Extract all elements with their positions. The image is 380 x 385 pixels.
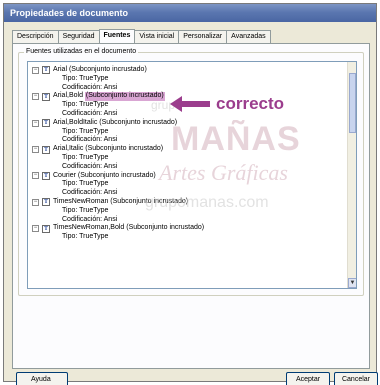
minus-box-icon[interactable]: − <box>32 172 39 180</box>
font-type-icon: T <box>42 92 50 101</box>
fonts-group-legend: Fuentes utilizadas en el documento <box>24 48 139 55</box>
font-encoding-row: Codificación: Ansi <box>62 83 118 91</box>
help-button[interactable]: Ayuda <box>16 372 68 385</box>
font-type-icon: T <box>42 145 50 154</box>
font-name: Arial (Subconjunto incrustado) <box>53 66 147 73</box>
cancel-button[interactable]: Cancelar <box>334 372 378 385</box>
font-encoding-row: Codificación: Ansi <box>62 215 118 223</box>
ok-button[interactable]: Aceptar <box>286 372 330 385</box>
font-type-row: Tipo: TrueType <box>62 74 109 82</box>
font-type-icon: T <box>42 198 50 207</box>
font-name: Arial,BoldItalic (Subconjunto incrustado… <box>53 118 178 126</box>
font-type-icon: T <box>42 66 50 75</box>
font-name: TimesNewRoman (Subconjunto incrustado) <box>53 197 189 205</box>
font-encoding-row: Codificación: Ansi <box>62 136 118 144</box>
scrollbar-thumb[interactable] <box>349 73 356 133</box>
document-properties-window: Propiedades de documento Descripción Seg… <box>3 3 378 385</box>
font-encoding-row: Codificación: Ansi <box>62 189 118 197</box>
fonts-tree-content: − T Arial (Subconjunto incrustado) Tipo:… <box>32 66 344 242</box>
minus-box-icon[interactable]: − <box>32 66 39 74</box>
minus-box-icon[interactable]: − <box>32 198 39 206</box>
minus-box-icon[interactable]: − <box>32 225 39 233</box>
font-type-row: Tipo: TrueType <box>62 153 109 161</box>
tab-vista-inicial[interactable]: Vista inicial <box>134 30 180 43</box>
tab-fuentes[interactable]: Fuentes <box>98 29 136 43</box>
font-item-courier[interactable]: − T Courier (Subconjunto incrustado) <box>32 172 344 181</box>
fonts-group: Fuentes utilizadas en el documento − T A… <box>18 48 364 296</box>
font-type-row: Tipo: TrueType <box>62 127 109 135</box>
tab-avanzadas[interactable]: Avanzadas <box>226 30 271 43</box>
font-type-icon: T <box>42 171 50 180</box>
tab-strip: Descripción Seguridad Fuentes Vista inic… <box>12 29 271 43</box>
font-item-timesnewroman[interactable]: − T TimesNewRoman (Subconjunto incrustad… <box>32 198 344 207</box>
minus-box-icon[interactable]: − <box>32 146 39 154</box>
font-type-row: Tipo: TrueType <box>62 180 109 188</box>
font-item-arial-italic[interactable]: − T Arial,Italic (Subconjunto incrustado… <box>32 145 344 154</box>
annotation-text: correcto <box>216 94 285 113</box>
arrow-left-icon <box>170 96 210 112</box>
highlighted-embedded-subset: (Subconjunto incrustado) <box>84 92 165 102</box>
window-title: Propiedades de documento <box>4 4 376 22</box>
annotation-callout: correcto <box>170 94 284 114</box>
tab-seguridad[interactable]: Seguridad <box>57 30 100 43</box>
tree-scrollbar[interactable]: ▼ <box>347 62 356 288</box>
font-type-icon: T <box>42 119 50 128</box>
font-item-arial[interactable]: − T Arial (Subconjunto incrustado) <box>32 66 344 75</box>
font-type-row: Tipo: TrueType <box>62 206 109 214</box>
font-name: Courier (Subconjunto incrustado) <box>53 171 156 179</box>
tab-descripcion[interactable]: Descripción <box>12 30 59 43</box>
minus-box-icon[interactable]: − <box>32 119 39 127</box>
font-item-timesnewroman-bold[interactable]: − T TimesNewRoman,Bold (Subconjunto incr… <box>32 224 344 233</box>
font-item-arial-bolditalic[interactable]: − T Arial,BoldItalic (Subconjunto incrus… <box>32 119 344 128</box>
font-name: TimesNewRoman,Bold (Subconjunto incrusta… <box>53 224 205 232</box>
fonts-tab-pane: Fuentes utilizadas en el documento − T A… <box>12 43 370 369</box>
font-name-prefix: Arial,Bold <box>53 92 83 100</box>
font-name: Arial,Italic (Subconjunto incrustado) <box>53 145 164 153</box>
minus-box-icon[interactable]: − <box>32 93 39 101</box>
tab-personalizar[interactable]: Personalizar <box>178 30 228 43</box>
scroll-down-icon[interactable]: ▼ <box>348 278 356 288</box>
font-type-icon: T <box>42 224 50 233</box>
font-encoding-row: Codificación: Ansi <box>62 162 118 170</box>
font-type-row: Tipo: TrueType <box>62 233 109 241</box>
